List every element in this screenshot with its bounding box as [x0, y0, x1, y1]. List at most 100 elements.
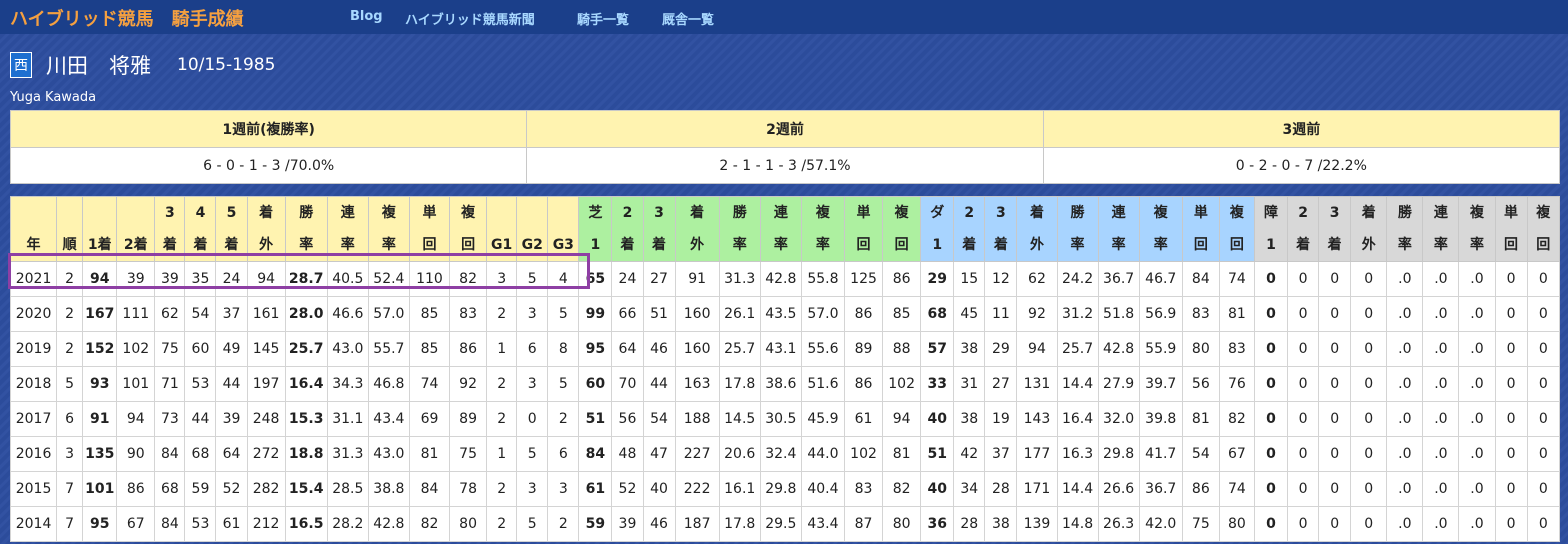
stats-cell: 40 — [920, 471, 955, 507]
stats-cell: 64 — [215, 436, 248, 472]
stats-cell: 0 — [1287, 436, 1320, 472]
stats-cell: 14.5 — [718, 401, 761, 437]
column-header: 勝 率 — [1386, 196, 1424, 262]
stats-cell: 35 — [184, 261, 217, 297]
stats-cell: 145 — [246, 331, 286, 367]
stats-cell: 53 — [184, 366, 217, 402]
stats-cell: 0 — [1253, 366, 1289, 402]
stats-cell: 74 — [1218, 261, 1255, 297]
nav-link-jockey-list[interactable]: 騎手一覧 — [577, 9, 629, 28]
stats-cell: 222 — [674, 471, 720, 507]
stats-cell: 57.0 — [800, 296, 845, 332]
stats-cell: 17.8 — [718, 366, 761, 402]
column-header: 複 回 — [1218, 196, 1255, 262]
site-name[interactable]: ハイブリッド競馬 — [10, 9, 154, 30]
stats-cell: 14.8 — [1056, 506, 1099, 542]
stats-cell: 24 — [215, 261, 248, 297]
stats-cell: 91 — [674, 261, 720, 297]
stats-cell: 3 — [486, 261, 518, 297]
nav-link-stable-list[interactable]: 厩舎一覧 — [662, 9, 714, 28]
stats-cell: 0 — [1494, 401, 1528, 437]
stats-cell: 3 — [516, 471, 549, 507]
stats-cell: 69 — [408, 401, 451, 437]
column-header: 着 外 — [1016, 196, 1058, 262]
stats-cell: 7 — [56, 506, 84, 542]
stats-cell: 56.9 — [1138, 296, 1183, 332]
stats-cell: 57 — [920, 331, 955, 367]
stats-cell: 86 — [843, 366, 884, 402]
stats-cell: 44 — [215, 366, 248, 402]
stats-cell: 24 — [611, 261, 644, 297]
stats-cell: 95 — [578, 331, 613, 367]
stats-cell: 86 — [116, 471, 156, 507]
stats-cell: 188 — [674, 401, 720, 437]
stats-cell: 28 — [984, 471, 1018, 507]
column-header: 複 率 — [1458, 196, 1496, 262]
week-header: 3週前 — [1042, 110, 1561, 148]
stats-cell: 61 — [578, 471, 613, 507]
stats-cell: .0 — [1422, 436, 1460, 472]
nav-link-blog[interactable]: Blog — [350, 9, 383, 24]
jockey-roman-name: Yuga Kawada — [10, 90, 97, 105]
stats-cell: 41.7 — [1138, 436, 1183, 472]
stats-cell: .0 — [1422, 506, 1460, 542]
column-header: 2 着 — [611, 196, 644, 262]
stats-cell: 55.8 — [800, 261, 845, 297]
stats-cell: 56 — [1181, 366, 1220, 402]
stats-cell: 31.3 — [718, 261, 761, 297]
week-record: 0 - 2 - 0 - 7 /22.2% — [1042, 147, 1561, 184]
nav-link-newspaper[interactable]: ハイブリッド競馬新聞 — [405, 9, 535, 28]
stats-cell: 56 — [611, 401, 644, 437]
stats-cell: 61 — [215, 506, 248, 542]
stats-cell: 42 — [953, 436, 986, 472]
stats-cell: 86 — [882, 261, 922, 297]
column-header: 3 着 — [154, 196, 186, 262]
stats-cell: 2 — [486, 506, 518, 542]
stats-cell: 99 — [578, 296, 613, 332]
stats-cell: 34 — [953, 471, 986, 507]
column-header: 連 率 — [759, 196, 802, 262]
stats-cell: 84 — [154, 436, 186, 472]
stats-cell: 84 — [1181, 261, 1220, 297]
stats-cell: 38 — [984, 506, 1018, 542]
stats-cell: 89 — [449, 401, 488, 437]
yearly-stats-table: 年順 1着 2着 3 着4 着5 着着 外勝 率連 率複 率単 回複 回 G1 G2 G3 芝… — [9, 196, 1561, 542]
stats-cell: 0 — [1350, 261, 1388, 297]
stats-cell: .0 — [1422, 331, 1460, 367]
stats-cell: 60 — [184, 331, 217, 367]
stats-cell: 0 — [1253, 436, 1289, 472]
stats-cell: 85 — [408, 296, 451, 332]
column-header: 複 率 — [800, 196, 845, 262]
stats-cell: 0 — [1526, 331, 1561, 367]
stats-cell: 32.0 — [1097, 401, 1140, 437]
stats-cell: 43.0 — [326, 331, 369, 367]
stats-cell: 0 — [1253, 506, 1289, 542]
stats-cell: .0 — [1386, 331, 1424, 367]
stats-cell: 54 — [184, 296, 217, 332]
stats-cell: .0 — [1422, 401, 1460, 437]
stats-cell: 92 — [1016, 296, 1058, 332]
column-header: 複 率 — [367, 196, 410, 262]
column-header: 単 回 — [408, 196, 451, 262]
stats-cell: 5 — [516, 436, 549, 472]
site-title[interactable]: ハイブリッド競馬 騎手成績 — [10, 5, 244, 31]
stats-cell: 51 — [920, 436, 955, 472]
stats-cell: 0 — [1318, 401, 1352, 437]
stats-cell: 0 — [1318, 436, 1352, 472]
stats-cell: 53 — [184, 506, 217, 542]
stats-cell: 43.5 — [759, 296, 802, 332]
stats-cell: 5 — [547, 366, 580, 402]
stats-cell: 5 — [547, 296, 580, 332]
stats-cell: 27 — [642, 261, 676, 297]
stats-cell: 25.7 — [718, 331, 761, 367]
stats-cell: 42.8 — [1097, 331, 1140, 367]
column-header: 4 着 — [184, 196, 217, 262]
stats-cell: 2015 — [9, 471, 58, 507]
stats-cell: 40.5 — [326, 261, 369, 297]
stats-row: 2021 2 94 39 39 35 24 94 28.7 40.5 52.4 110 82 3 5 4 65 2… — [9, 261, 1561, 297]
stats-cell: 91 — [82, 401, 118, 437]
stats-cell: 44 — [642, 366, 676, 402]
stats-cell: 0 — [1318, 261, 1352, 297]
stats-cell: 75 — [154, 331, 186, 367]
stats-cell: 110 — [408, 261, 451, 297]
